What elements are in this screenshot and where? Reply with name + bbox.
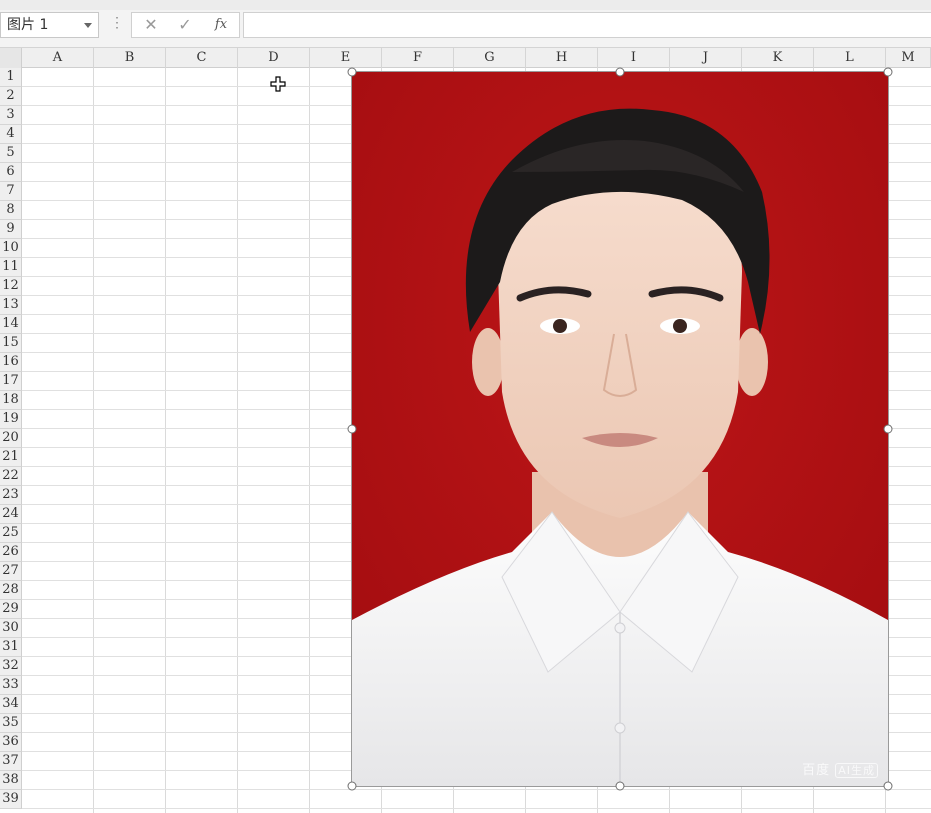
row-header-20[interactable]: 20: [0, 429, 22, 448]
watermark-brand: 百度: [802, 763, 831, 778]
column-header-f[interactable]: F: [382, 48, 454, 68]
row-header-12[interactable]: 12: [0, 277, 22, 296]
row-header-36[interactable]: 36: [0, 733, 22, 752]
resize-handle-top[interactable]: [615, 67, 625, 77]
row-header-18[interactable]: 18: [0, 391, 22, 410]
more-options-icon[interactable]: ⋮: [110, 14, 124, 31]
row-header-27[interactable]: 27: [0, 562, 22, 581]
row-header-16[interactable]: 16: [0, 353, 22, 372]
row-header-31[interactable]: 31: [0, 638, 22, 657]
row-header-30[interactable]: 30: [0, 619, 22, 638]
row-header-13[interactable]: 13: [0, 296, 22, 315]
name-box-value: 图片 1: [7, 17, 49, 33]
column-header-m[interactable]: M: [886, 48, 931, 68]
column-header-d[interactable]: D: [238, 48, 310, 68]
row-header-6[interactable]: 6: [0, 163, 22, 182]
row-header-33[interactable]: 33: [0, 676, 22, 695]
column-header-e[interactable]: E: [310, 48, 382, 68]
row-header-39[interactable]: 39: [0, 790, 22, 809]
row-header-32[interactable]: 32: [0, 657, 22, 676]
formula-buttons: ✕ ✓ fx: [131, 12, 240, 38]
inserted-picture[interactable]: 百度 AI生成: [351, 71, 889, 787]
ribbon-edge: [0, 0, 931, 10]
row-header-17[interactable]: 17: [0, 372, 22, 391]
insert-function-icon[interactable]: fx: [210, 17, 232, 32]
move-cursor-icon: [270, 76, 286, 97]
grid-row-line: [22, 808, 931, 809]
column-header-c[interactable]: C: [166, 48, 238, 68]
column-header-a[interactable]: A: [22, 48, 94, 68]
row-header-5[interactable]: 5: [0, 144, 22, 163]
row-header-26[interactable]: 26: [0, 543, 22, 562]
watermark-badge: AI生成: [835, 763, 878, 778]
column-header-l[interactable]: L: [814, 48, 886, 68]
row-header-4[interactable]: 4: [0, 125, 22, 144]
resize-handle-bottom-left[interactable]: [347, 781, 357, 791]
row-header-34[interactable]: 34: [0, 695, 22, 714]
row-header-38[interactable]: 38: [0, 771, 22, 790]
row-header-21[interactable]: 21: [0, 448, 22, 467]
grid-column-line: [165, 68, 166, 813]
row-header-29[interactable]: 29: [0, 600, 22, 619]
row-header-10[interactable]: 10: [0, 239, 22, 258]
chevron-down-icon[interactable]: [84, 23, 92, 28]
grid-row-line: [22, 789, 931, 790]
row-header-2[interactable]: 2: [0, 87, 22, 106]
row-header-28[interactable]: 28: [0, 581, 22, 600]
portrait-photo: [352, 72, 888, 786]
select-all-corner[interactable]: [0, 48, 22, 68]
formula-input[interactable]: [243, 12, 931, 38]
resize-handle-bottom[interactable]: [615, 781, 625, 791]
row-header-35[interactable]: 35: [0, 714, 22, 733]
grid-column-line: [237, 68, 238, 813]
row-header-22[interactable]: 22: [0, 467, 22, 486]
row-header-37[interactable]: 37: [0, 752, 22, 771]
row-header-15[interactable]: 15: [0, 334, 22, 353]
column-header-b[interactable]: B: [94, 48, 166, 68]
row-header-14[interactable]: 14: [0, 315, 22, 334]
name-box[interactable]: 图片 1: [0, 12, 99, 38]
row-header-7[interactable]: 7: [0, 182, 22, 201]
row-header-19[interactable]: 19: [0, 410, 22, 429]
row-header-8[interactable]: 8: [0, 201, 22, 220]
resize-handle-top-left[interactable]: [347, 67, 357, 77]
column-header-k[interactable]: K: [742, 48, 814, 68]
ai-watermark: 百度 AI生成: [802, 759, 878, 778]
check-icon[interactable]: ✓: [174, 15, 196, 35]
row-header-24[interactable]: 24: [0, 505, 22, 524]
cancel-icon[interactable]: ✕: [140, 15, 162, 35]
column-header-g[interactable]: G: [454, 48, 526, 68]
column-header-h[interactable]: H: [526, 48, 598, 68]
row-header-23[interactable]: 23: [0, 486, 22, 505]
row-header-11[interactable]: 11: [0, 258, 22, 277]
column-header-i[interactable]: I: [598, 48, 670, 68]
resize-handle-right[interactable]: [883, 424, 893, 434]
resize-handle-left[interactable]: [347, 424, 357, 434]
resize-handle-top-right[interactable]: [883, 67, 893, 77]
row-header-9[interactable]: 9: [0, 220, 22, 239]
row-header-1[interactable]: 1: [0, 68, 22, 87]
column-header-j[interactable]: J: [670, 48, 742, 68]
grid-column-line: [309, 68, 310, 813]
row-header-25[interactable]: 25: [0, 524, 22, 543]
row-header-3[interactable]: 3: [0, 106, 22, 125]
grid-column-line: [93, 68, 94, 813]
resize-handle-bottom-right[interactable]: [883, 781, 893, 791]
